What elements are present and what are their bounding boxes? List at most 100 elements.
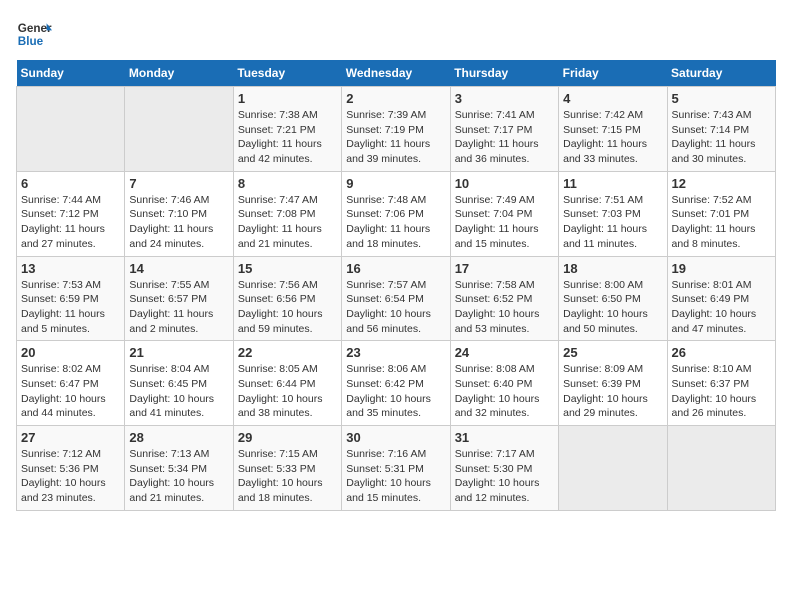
day-number: 11 [563, 176, 662, 191]
calendar-cell [667, 426, 775, 511]
logo: General Blue [16, 16, 52, 52]
calendar-cell: 16 Sunrise: 7:57 AMSunset: 6:54 PMDayligh… [342, 256, 450, 341]
calendar-week-row: 20Sunrise: 8:02 AMSunset: 6:47 PMDayligh… [17, 341, 776, 426]
weekday-header: Saturday [667, 60, 775, 87]
page-header: General Blue [16, 16, 776, 52]
day-number: 2 [346, 91, 445, 106]
day-info: Sunrise: 7:56 AMSunset: 6:56 PMDaylight:… [238, 278, 337, 337]
calendar-cell: 2 Sunrise: 7:39 AMSunset: 7:19 PMDaylight… [342, 87, 450, 172]
day-number: 5 [672, 91, 771, 106]
day-number: 15 [238, 261, 337, 276]
day-number: 10 [455, 176, 554, 191]
calendar-cell: 22Sunrise: 8:05 AMSunset: 6:44 PMDayligh… [233, 341, 341, 426]
calendar-cell: 11 Sunrise: 7:51 AMSunset: 7:03 PMDayligh… [559, 171, 667, 256]
day-number: 21 [129, 345, 228, 360]
day-info: Sunrise: 7:43 AMSunset: 7:14 PMDaylight:… [672, 108, 771, 167]
calendar-cell: 18 Sunrise: 8:00 AMSunset: 6:50 PMDayligh… [559, 256, 667, 341]
day-info: Sunrise: 7:46 AMSunset: 7:10 PMDaylight:… [129, 193, 228, 252]
day-info: Sunrise: 7:55 AMSunset: 6:57 PMDaylight:… [129, 278, 228, 337]
calendar-table: SundayMondayTuesdayWednesdayThursdayFrid… [16, 60, 776, 511]
calendar-cell: 14 Sunrise: 7:55 AMSunset: 6:57 PMDayligh… [125, 256, 233, 341]
calendar-week-row: 27 Sunrise: 7:12 AMSunset: 5:36 PMDayligh… [17, 426, 776, 511]
calendar-cell [17, 87, 125, 172]
day-number: 14 [129, 261, 228, 276]
day-info: Sunrise: 7:44 AMSunset: 7:12 PMDaylight:… [21, 193, 120, 252]
calendar-cell: 29Sunrise: 7:15 AMSunset: 5:33 PMDayligh… [233, 426, 341, 511]
calendar-cell: 3 Sunrise: 7:41 AMSunset: 7:17 PMDaylight… [450, 87, 558, 172]
day-number: 16 [346, 261, 445, 276]
calendar-cell: 13Sunrise: 7:53 AMSunset: 6:59 PMDayligh… [17, 256, 125, 341]
day-number: 25 [563, 345, 662, 360]
day-info: Sunrise: 8:10 AMSunset: 6:37 PMDaylight:… [672, 362, 771, 421]
calendar-cell: 5 Sunrise: 7:43 AMSunset: 7:14 PMDaylight… [667, 87, 775, 172]
day-info: Sunrise: 7:49 AMSunset: 7:04 PMDaylight:… [455, 193, 554, 252]
day-info: Sunrise: 7:16 AMSunset: 5:31 PMDaylight:… [346, 447, 445, 506]
day-info: Sunrise: 8:08 AMSunset: 6:40 PMDaylight:… [455, 362, 554, 421]
day-info: Sunrise: 8:02 AMSunset: 6:47 PMDaylight:… [21, 362, 120, 421]
day-number: 18 [563, 261, 662, 276]
day-info: Sunrise: 7:13 AMSunset: 5:34 PMDaylight:… [129, 447, 228, 506]
day-info: Sunrise: 8:00 AMSunset: 6:50 PMDaylight:… [563, 278, 662, 337]
day-number: 28 [129, 430, 228, 445]
weekday-header: Sunday [17, 60, 125, 87]
calendar-cell: 27 Sunrise: 7:12 AMSunset: 5:36 PMDayligh… [17, 426, 125, 511]
day-info: Sunrise: 7:58 AMSunset: 6:52 PMDaylight:… [455, 278, 554, 337]
day-info: Sunrise: 7:17 AMSunset: 5:30 PMDaylight:… [455, 447, 554, 506]
calendar-cell: 8Sunrise: 7:47 AMSunset: 7:08 PMDaylight… [233, 171, 341, 256]
calendar-body: 1Sunrise: 7:38 AMSunset: 7:21 PMDaylight… [17, 87, 776, 511]
day-info: Sunrise: 7:42 AMSunset: 7:15 PMDaylight:… [563, 108, 662, 167]
day-number: 17 [455, 261, 554, 276]
calendar-cell: 17 Sunrise: 7:58 AMSunset: 6:52 PMDayligh… [450, 256, 558, 341]
day-info: Sunrise: 7:51 AMSunset: 7:03 PMDaylight:… [563, 193, 662, 252]
day-info: Sunrise: 8:09 AMSunset: 6:39 PMDaylight:… [563, 362, 662, 421]
day-number: 29 [238, 430, 337, 445]
day-number: 19 [672, 261, 771, 276]
logo-icon: General Blue [16, 16, 52, 52]
day-info: Sunrise: 8:01 AMSunset: 6:49 PMDaylight:… [672, 278, 771, 337]
calendar-cell: 19 Sunrise: 8:01 AMSunset: 6:49 PMDayligh… [667, 256, 775, 341]
day-number: 23 [346, 345, 445, 360]
day-info: Sunrise: 7:57 AMSunset: 6:54 PMDaylight:… [346, 278, 445, 337]
day-number: 27 [21, 430, 120, 445]
calendar-cell: 1Sunrise: 7:38 AMSunset: 7:21 PMDaylight… [233, 87, 341, 172]
calendar-cell: 23 Sunrise: 8:06 AMSunset: 6:42 PMDayligh… [342, 341, 450, 426]
calendar-cell: 30Sunrise: 7:16 AMSunset: 5:31 PMDayligh… [342, 426, 450, 511]
calendar-cell: 9 Sunrise: 7:48 AMSunset: 7:06 PMDaylight… [342, 171, 450, 256]
calendar-cell: 7Sunrise: 7:46 AMSunset: 7:10 PMDaylight… [125, 171, 233, 256]
calendar-header: SundayMondayTuesdayWednesdayThursdayFrid… [17, 60, 776, 87]
weekday-header: Tuesday [233, 60, 341, 87]
weekday-row: SundayMondayTuesdayWednesdayThursdayFrid… [17, 60, 776, 87]
calendar-cell: 20Sunrise: 8:02 AMSunset: 6:47 PMDayligh… [17, 341, 125, 426]
day-info: Sunrise: 7:38 AMSunset: 7:21 PMDaylight:… [238, 108, 337, 167]
calendar-cell: 26Sunrise: 8:10 AMSunset: 6:37 PMDayligh… [667, 341, 775, 426]
day-number: 6 [21, 176, 120, 191]
calendar-cell: 15 Sunrise: 7:56 AMSunset: 6:56 PMDayligh… [233, 256, 341, 341]
day-number: 9 [346, 176, 445, 191]
calendar-cell: 6 Sunrise: 7:44 AMSunset: 7:12 PMDaylight… [17, 171, 125, 256]
day-info: Sunrise: 7:52 AMSunset: 7:01 PMDaylight:… [672, 193, 771, 252]
calendar-cell [125, 87, 233, 172]
calendar-week-row: 13Sunrise: 7:53 AMSunset: 6:59 PMDayligh… [17, 256, 776, 341]
calendar-week-row: 6 Sunrise: 7:44 AMSunset: 7:12 PMDaylight… [17, 171, 776, 256]
day-info: Sunrise: 7:48 AMSunset: 7:06 PMDaylight:… [346, 193, 445, 252]
day-info: Sunrise: 7:41 AMSunset: 7:17 PMDaylight:… [455, 108, 554, 167]
weekday-header: Wednesday [342, 60, 450, 87]
calendar-cell: 25 Sunrise: 8:09 AMSunset: 6:39 PMDayligh… [559, 341, 667, 426]
calendar-cell: 4 Sunrise: 7:42 AMSunset: 7:15 PMDaylight… [559, 87, 667, 172]
day-number: 22 [238, 345, 337, 360]
day-info: Sunrise: 7:12 AMSunset: 5:36 PMDaylight:… [21, 447, 120, 506]
weekday-header: Monday [125, 60, 233, 87]
day-number: 13 [21, 261, 120, 276]
day-info: Sunrise: 7:39 AMSunset: 7:19 PMDaylight:… [346, 108, 445, 167]
svg-text:Blue: Blue [18, 35, 44, 48]
day-info: Sunrise: 7:47 AMSunset: 7:08 PMDaylight:… [238, 193, 337, 252]
day-number: 4 [563, 91, 662, 106]
day-number: 31 [455, 430, 554, 445]
weekday-header: Thursday [450, 60, 558, 87]
calendar-cell: 12 Sunrise: 7:52 AMSunset: 7:01 PMDayligh… [667, 171, 775, 256]
day-info: Sunrise: 8:06 AMSunset: 6:42 PMDaylight:… [346, 362, 445, 421]
day-number: 24 [455, 345, 554, 360]
day-number: 3 [455, 91, 554, 106]
day-number: 12 [672, 176, 771, 191]
calendar-week-row: 1Sunrise: 7:38 AMSunset: 7:21 PMDaylight… [17, 87, 776, 172]
